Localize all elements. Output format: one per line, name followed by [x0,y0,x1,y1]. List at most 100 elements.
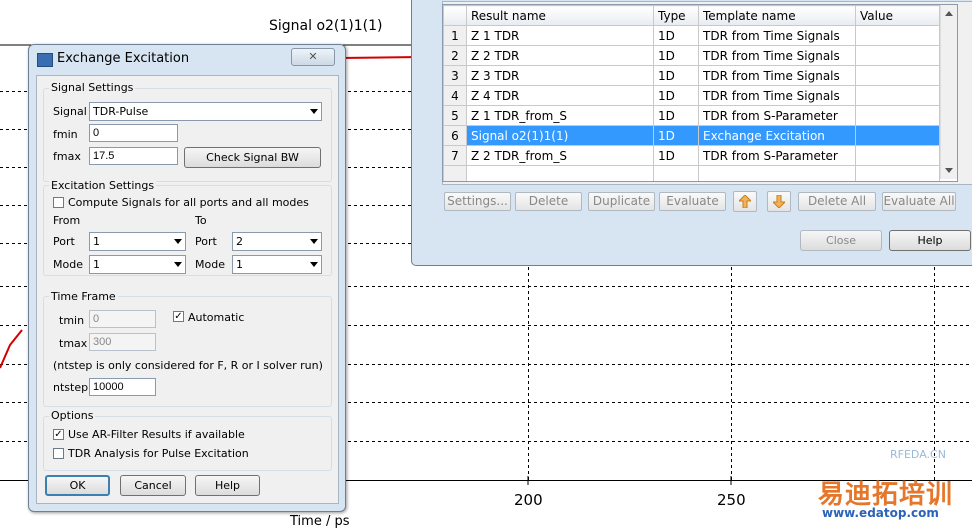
move-up-button[interactable] [733,191,757,212]
fmax-input[interactable] [89,147,178,165]
settings-button[interactable]: Settings... [444,192,511,211]
result-name-cell[interactable]: Z 1 TDR_from_S [466,105,654,126]
dialog-app-icon [37,53,53,67]
help-button[interactable]: Help [195,475,260,496]
template-name-cell[interactable]: Exchange Excitation [698,125,856,146]
template-name-cell[interactable]: TDR from Time Signals [698,85,856,106]
move-down-button[interactable] [767,191,791,212]
result-name-cell[interactable]: Z 2 TDR_from_S [466,145,654,166]
chevron-down-icon [310,239,318,244]
table-row-empty [443,165,940,181]
value-cell[interactable] [855,85,940,106]
scroll-up-arrow-icon[interactable] [945,11,953,16]
result-name-cell[interactable]: Z 2 TDR [466,45,654,66]
automatic-checkbox[interactable]: ✓ [173,311,184,322]
signal-curve-top [339,56,421,59]
result-name-cell[interactable]: Z 1 TDR [466,25,654,46]
signal-select[interactable]: TDR-Pulse [89,102,322,121]
template-name-cell[interactable]: TDR from Time Signals [698,65,856,86]
from-label: From [53,214,81,227]
compute-all-label: Compute Signals for all ports and all mo… [68,196,309,209]
from-mode-select[interactable]: 1 [89,255,186,274]
ar-filter-label: Use AR-Filter Results if available [68,428,245,441]
result-table-container: Result name Type Template name Value 1Z … [442,4,958,182]
dialog-title: Exchange Excitation [57,51,190,66]
column-header-template-name[interactable]: Template name [698,5,856,26]
template-name-cell[interactable]: TDR from S-Parameter [698,145,856,166]
table-row[interactable]: 4Z 4 TDR 1D TDR from Time Signals [443,85,940,106]
value-cell[interactable] [855,25,940,46]
close-button[interactable]: Close [800,230,882,251]
type-cell[interactable]: 1D [653,25,699,46]
ar-filter-checkbox[interactable]: ✓ [53,429,64,440]
fmax-label: fmax [53,150,81,163]
check-signal-bw-button[interactable]: Check Signal BW [184,147,321,168]
tdr-analysis-checkbox[interactable] [53,448,64,459]
time-frame-label: Time Frame [49,290,118,303]
to-mode-select[interactable]: 1 [232,255,322,274]
table-row[interactable]: 1Z 1 TDR 1D TDR from Time Signals [443,25,940,46]
from-port-select[interactable]: 1 [89,232,186,251]
evaluate-all-button[interactable]: Evaluate All [882,192,956,211]
type-cell[interactable]: 1D [653,65,699,86]
result-name-cell[interactable]: Z 3 TDR [466,65,654,86]
evaluate-button[interactable]: Evaluate [659,192,726,211]
options-label: Options [49,409,96,422]
to-port-label: Port [195,235,217,248]
table-header-row: Result name Type Template name Value [443,5,940,26]
template-name-cell[interactable]: TDR from S-Parameter [698,105,856,126]
tmin-input[interactable] [89,310,156,328]
from-mode-label: Mode [53,258,83,271]
table-row[interactable]: 5Z 1 TDR_from_S 1D TDR from S-Parameter [443,105,940,126]
ok-button[interactable]: OK [45,475,110,496]
x-tick-label: 250 [717,491,746,509]
result-name-cell[interactable]: Z 4 TDR [466,85,654,106]
row-index: 2 [443,45,467,66]
fmin-input[interactable] [89,124,178,142]
value-cell[interactable] [855,145,940,166]
row-index: 3 [443,65,467,86]
value-cell[interactable] [855,45,940,66]
type-cell[interactable]: 1D [653,145,699,166]
delete-button[interactable]: Delete [515,192,582,211]
to-port-select[interactable]: 2 [232,232,322,251]
compute-all-checkbox[interactable] [53,197,64,208]
cancel-button[interactable]: Cancel [120,475,186,496]
from-port-label: Port [53,235,75,248]
close-icon[interactable]: ✕ [291,48,335,66]
arrow-up-icon [739,195,751,208]
type-cell[interactable]: 1D [653,85,699,106]
type-cell[interactable]: 1D [653,45,699,66]
signal-settings-label: Signal Settings [49,81,136,94]
tmax-input[interactable] [89,333,156,351]
from-port-value: 1 [93,235,100,248]
value-cell[interactable] [855,125,940,146]
value-cell[interactable] [855,65,940,86]
to-mode-label: Mode [195,258,225,271]
scroll-down-arrow-icon[interactable] [945,168,953,173]
column-header-type[interactable]: Type [653,5,699,26]
table-row[interactable]: 7Z 2 TDR_from_S 1D TDR from S-Parameter [443,145,940,166]
table-row[interactable]: 2Z 2 TDR 1D TDR from Time Signals [443,45,940,66]
to-label: To [195,214,207,227]
column-header-result-name[interactable]: Result name [466,5,654,26]
table-row[interactable]: 3Z 3 TDR 1D TDR from Time Signals [443,65,940,86]
template-name-cell[interactable]: TDR from Time Signals [698,45,856,66]
type-cell[interactable]: 1D [653,105,699,126]
result-name-cell[interactable]: Signal o2(1)1(1) [466,125,654,146]
help-button[interactable]: Help [889,230,971,251]
type-cell[interactable]: 1D [653,125,699,146]
table-vertical-scrollbar[interactable] [940,5,957,179]
column-header-index [443,5,467,26]
row-index: 7 [443,145,467,166]
row-index: 1 [443,25,467,46]
ntstep-input[interactable] [89,378,156,396]
column-header-value[interactable]: Value [855,5,940,26]
chevron-down-icon [174,262,182,267]
table-row[interactable]: 6 Signal o2(1)1(1) 1D Exchange Excitation [443,125,940,146]
template-name-cell[interactable]: TDR from Time Signals [698,25,856,46]
delete-all-button[interactable]: Delete All [798,192,876,211]
duplicate-button[interactable]: Duplicate [588,192,655,211]
value-cell[interactable] [855,105,940,126]
excitation-settings-label: Excitation Settings [49,179,157,192]
